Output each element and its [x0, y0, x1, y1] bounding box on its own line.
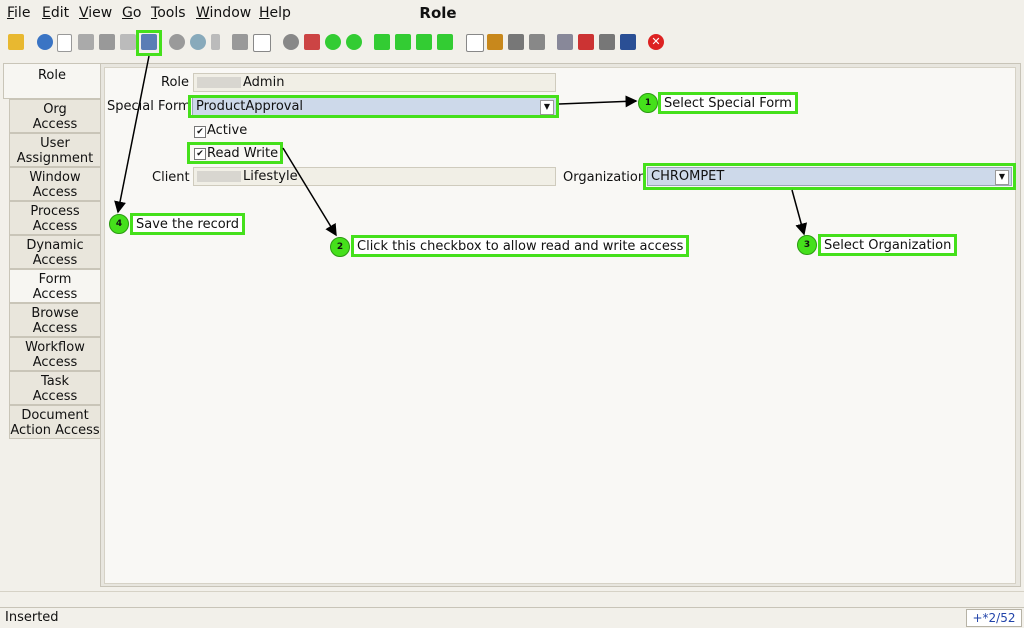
- tab-label: Role: [37, 68, 66, 83]
- copy-icon[interactable]: [78, 34, 94, 50]
- requests-icon[interactable]: [599, 34, 615, 50]
- last-record-icon[interactable]: [437, 34, 453, 50]
- role-field[interactable]: Admin: [193, 73, 556, 92]
- active-checkbox[interactable]: ✔: [194, 126, 206, 138]
- report-icon[interactable]: [466, 34, 484, 52]
- new-icon[interactable]: [57, 34, 72, 52]
- tab-workflow-access[interactable]: Workflow Access: [9, 337, 100, 371]
- callout-read-write: Click this checkbox to allow read and wr…: [351, 235, 690, 257]
- tab-label: Process Access: [30, 204, 80, 234]
- client-field[interactable]: Lifestyle: [193, 167, 556, 186]
- print-preview-icon[interactable]: [508, 34, 524, 50]
- forward-icon[interactable]: [346, 34, 362, 50]
- step-badge-3: 3: [797, 235, 817, 255]
- menu-bar: File Edit View Go Tools Window Help Role: [0, 0, 1024, 27]
- step-badge-4: 4: [109, 214, 129, 234]
- print-icon[interactable]: [529, 34, 545, 50]
- tab-label: User Assignment: [16, 136, 94, 166]
- record-count[interactable]: +*2/52: [966, 609, 1022, 627]
- undo-icon[interactable]: [8, 34, 24, 50]
- callout-select-organization: Select Organization: [818, 234, 958, 256]
- grid-toggle-icon[interactable]: [253, 34, 271, 52]
- step-badge-2: 2: [330, 237, 350, 257]
- attachment-icon[interactable]: [211, 34, 220, 50]
- redacted-block: [197, 77, 241, 88]
- tab-label: Window Access: [29, 170, 81, 200]
- zoom-across-icon[interactable]: [557, 34, 573, 50]
- tab-process-access[interactable]: Process Access: [9, 201, 100, 235]
- tab-label: Dynamic Access: [26, 238, 84, 268]
- client-value: Lifestyle: [243, 169, 298, 184]
- window-title: Role: [419, 4, 457, 22]
- tab-label: Workflow Access: [25, 340, 85, 370]
- tab-label: Document Action Access: [10, 408, 100, 438]
- history-icon[interactable]: [283, 34, 299, 50]
- redacted-block: [197, 171, 241, 182]
- tab-browse-access[interactable]: Browse Access: [9, 303, 100, 337]
- first-record-icon[interactable]: [374, 34, 390, 50]
- organization-label: Organization: [563, 170, 647, 185]
- next-record-icon[interactable]: [416, 34, 432, 50]
- tab-dynamic-access[interactable]: Dynamic Access: [9, 235, 100, 269]
- product-info-icon[interactable]: [620, 34, 636, 50]
- back-icon[interactable]: [325, 34, 341, 50]
- tab-label: Browse Access: [31, 306, 79, 336]
- tab-label: Task Access: [32, 374, 78, 404]
- tab-form-access[interactable]: Form Access: [9, 269, 100, 303]
- tab-task-access[interactable]: Task Access: [9, 371, 100, 405]
- tab-document-action-access[interactable]: Document Action Access: [9, 405, 100, 439]
- special-form-highlight: [188, 95, 559, 118]
- archive-icon[interactable]: [487, 34, 503, 50]
- read-write-highlight: [187, 142, 283, 164]
- special-form-label: Special Form: [107, 99, 191, 114]
- tab-label: Org Access: [32, 102, 78, 132]
- help-icon[interactable]: [37, 34, 53, 50]
- tab-window-access[interactable]: Window Access: [9, 167, 100, 201]
- active-workflows-icon[interactable]: [578, 34, 594, 50]
- chat-icon[interactable]: [232, 34, 248, 50]
- tab-role[interactable]: Role: [3, 63, 100, 99]
- role-value: Admin: [243, 75, 285, 90]
- delete-selection-icon[interactable]: [120, 34, 136, 50]
- role-label: Role: [161, 75, 190, 90]
- callout-select-special-form: Select Special Form: [658, 92, 798, 114]
- delete-icon[interactable]: [99, 34, 115, 50]
- exit-icon[interactable]: ✕: [648, 34, 664, 50]
- step-badge-1: 1: [638, 93, 658, 113]
- status-text: Inserted: [5, 610, 59, 625]
- home-icon[interactable]: [304, 34, 320, 50]
- tab-user-assignment[interactable]: User Assignment: [9, 133, 100, 167]
- status-bar: Inserted +*2/52: [0, 607, 1024, 628]
- active-label: Active: [207, 123, 248, 138]
- previous-record-icon[interactable]: [395, 34, 411, 50]
- find-icon[interactable]: [190, 34, 206, 50]
- tab-org-access[interactable]: Org Access: [9, 99, 100, 133]
- tab-label: Form Access: [32, 272, 78, 302]
- splitter: [0, 591, 1024, 606]
- callout-save-record: Save the record: [130, 213, 246, 235]
- client-label: Client: [152, 170, 190, 185]
- save-highlight: [136, 30, 162, 56]
- refresh-icon[interactable]: [169, 34, 185, 50]
- organization-highlight: [643, 163, 1016, 190]
